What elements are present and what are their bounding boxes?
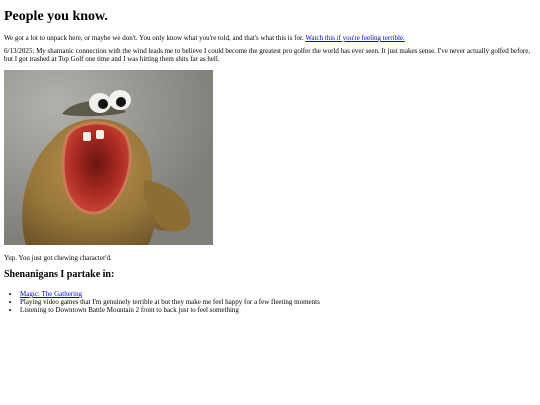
- page-title: People you know.: [4, 9, 108, 24]
- photo-caption: Yup. You just got chewing character'd.: [4, 254, 112, 262]
- intro-text: We got a lot to unpack here, or maybe we…: [4, 34, 304, 42]
- creature-photo: [4, 70, 213, 245]
- magic-the-gathering-link[interactable]: Magic: The Gathering: [20, 290, 82, 298]
- intro-paragraph: We got a lot to unpack here, or maybe we…: [4, 34, 536, 42]
- list-item: Listening to Downtown Battle Mountain 2 …: [20, 306, 320, 314]
- page: People you know. We got a lot to unpack …: [0, 0, 540, 405]
- journal-entry: 6/13/2025: My shamanic connection with t…: [4, 47, 531, 63]
- feeling-terrible-link[interactable]: Watch this if you're feeling terrible.: [305, 34, 404, 42]
- list-item: Magic: The Gathering: [20, 290, 320, 298]
- list-item: Playing video games that I'm genuinely t…: [20, 298, 320, 306]
- claymation-creature-image: [4, 70, 213, 245]
- section-heading: Shenanigans I partake in:: [4, 269, 115, 280]
- hobbies-list: Magic: The Gathering Playing video games…: [4, 290, 320, 314]
